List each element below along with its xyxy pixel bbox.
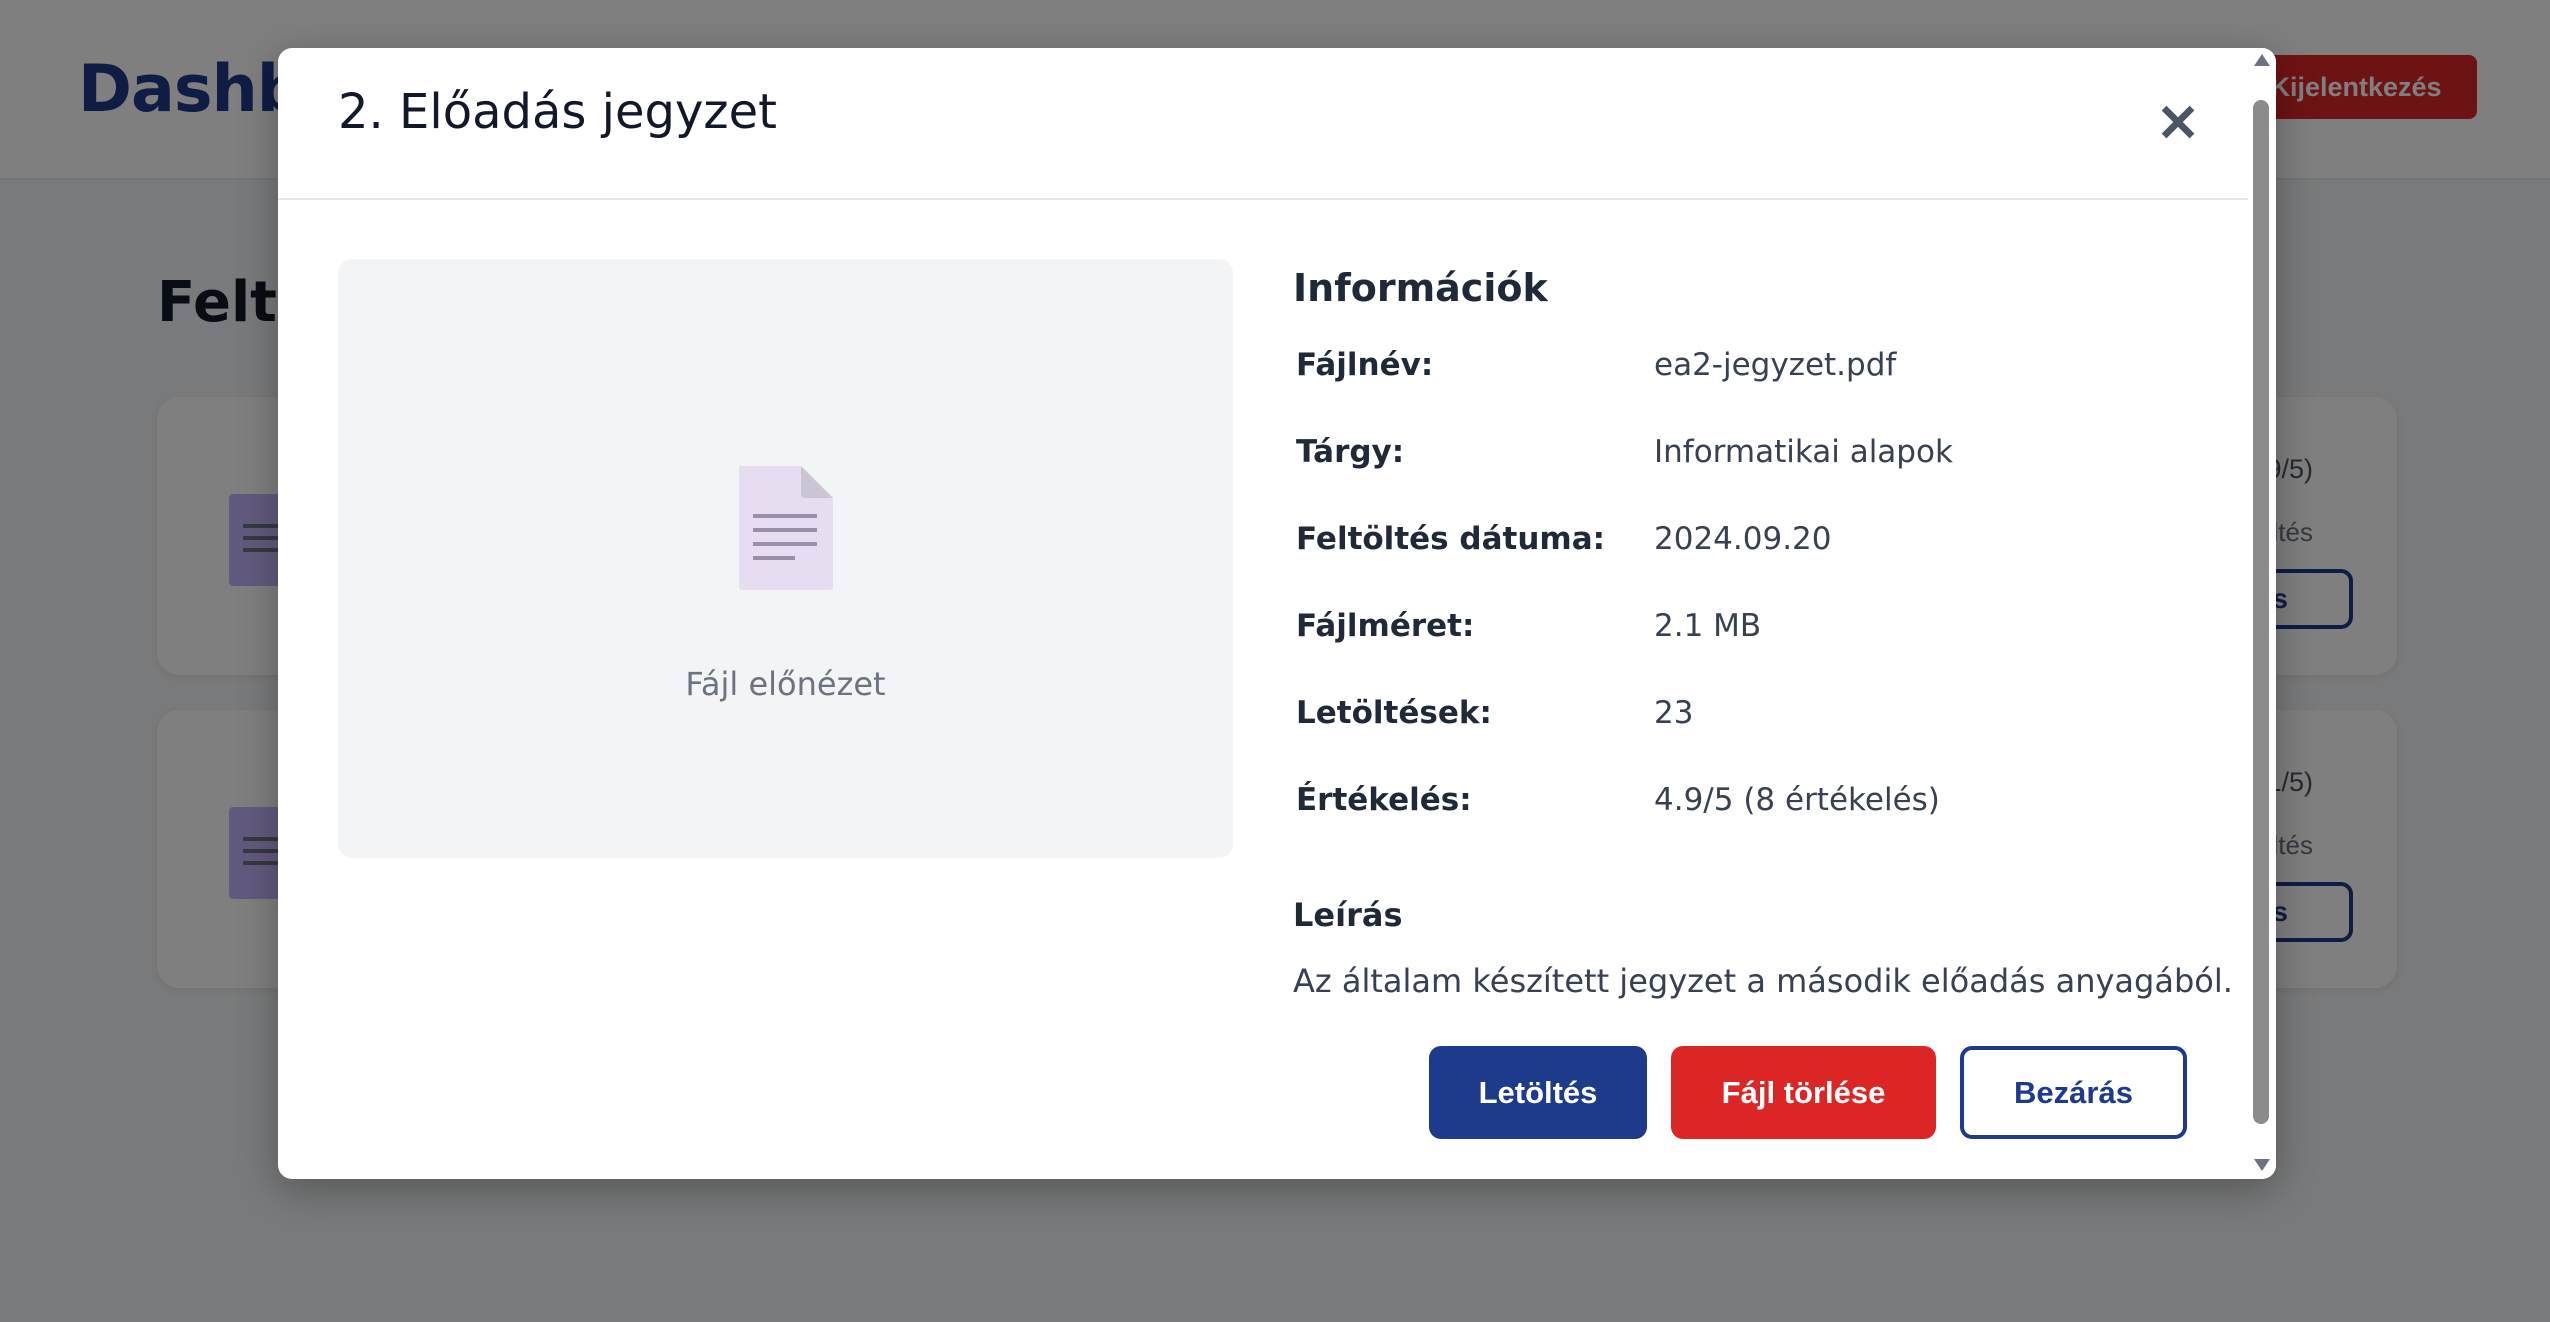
info-value: 4.9/5 (8 értékelés) [1654, 782, 1940, 818]
info-value: ea2-jegyzet.pdf [1654, 347, 1897, 383]
info-label: Feltöltés dátuma: [1296, 521, 1606, 557]
info-row-upload-date: Feltöltés dátuma: 2024.09.20 [1296, 521, 2196, 571]
modal-scrollbar[interactable] [2248, 48, 2276, 1179]
info-label: Letöltések: [1296, 695, 1492, 731]
close-button[interactable]: Bezárás [1960, 1046, 2187, 1139]
info-label: Fájlnév: [1296, 347, 1434, 383]
delete-file-button[interactable]: Fájl törlése [1671, 1046, 1936, 1139]
info-row-rating: Értékelés: 4.9/5 (8 értékelés) [1296, 782, 2196, 832]
info-value: 23 [1654, 695, 1694, 731]
modal-title: 2. Előadás jegyzet [338, 84, 777, 140]
close-icon[interactable]: ✕ [2148, 94, 2208, 154]
info-row-subject: Tárgy: Informatikai alapok [1296, 434, 2196, 484]
description-text: Az általam készített jegyzet a második e… [1293, 962, 2233, 1000]
info-row-filesize: Fájlméret: 2.1 MB [1296, 608, 2196, 658]
scroll-up-arrow-icon[interactable] [2254, 54, 2270, 66]
info-value: Informatikai alapok [1654, 434, 1953, 470]
info-value: 2024.09.20 [1654, 521, 1832, 557]
info-value: 2.1 MB [1654, 608, 1762, 644]
modal-header: 2. Előadás jegyzet ✕ [278, 48, 2248, 200]
description-title: Leírás [1293, 896, 1403, 934]
preview-label: Fájl előnézet [685, 665, 886, 703]
file-details-modal: 2. Előadás jegyzet ✕ Fájl előnézet Infor… [278, 48, 2276, 1179]
scroll-down-arrow-icon[interactable] [2254, 1159, 2270, 1171]
info-title: Információk [1293, 266, 1548, 310]
info-label: Fájlméret: [1296, 608, 1475, 644]
scrollbar-thumb[interactable] [2253, 100, 2269, 1124]
document-icon [739, 466, 833, 590]
download-button[interactable]: Letöltés [1429, 1046, 1647, 1139]
file-preview: Fájl előnézet [338, 259, 1233, 858]
info-label: Értékelés: [1296, 782, 1472, 818]
info-row-downloads: Letöltések: 23 [1296, 695, 2196, 745]
info-label: Tárgy: [1296, 434, 1405, 470]
info-row-filename: Fájlnév: ea2-jegyzet.pdf [1296, 347, 2196, 397]
